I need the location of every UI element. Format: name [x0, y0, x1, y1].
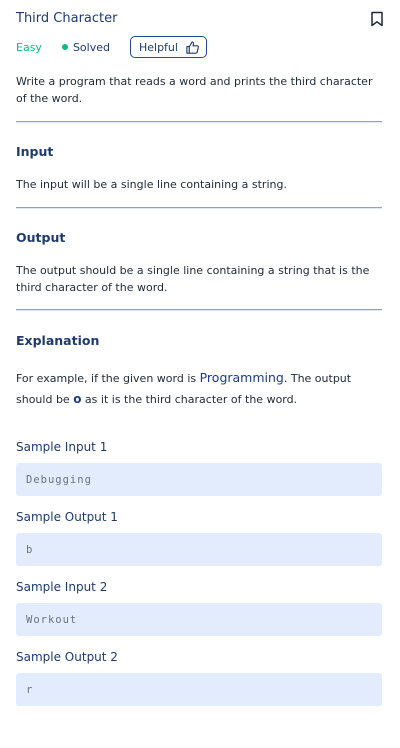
explanation-text-part: For example, if the given word is	[16, 372, 200, 385]
problem-title: Third Character	[16, 11, 118, 26]
explanation-text-part: as it is the third character of the word…	[81, 393, 298, 406]
divider	[16, 207, 382, 209]
helpful-button[interactable]: Helpful	[129, 36, 207, 58]
difficulty-badge: Easy	[16, 40, 42, 54]
sample-input-2-box: Workout	[16, 603, 382, 636]
thumbs-up-icon	[186, 40, 199, 54]
bookmark-icon[interactable]	[370, 11, 384, 27]
example-word: Programming	[199, 370, 284, 385]
sample-output-2-label: Sample Output 2	[16, 650, 118, 664]
status-dot-icon	[61, 44, 68, 50]
explanation-text: For example, if the given word is Progra…	[16, 367, 384, 410]
output-text: The output should be a single line conta…	[16, 264, 370, 294]
sample-output-1-box: b	[16, 533, 382, 566]
divider	[16, 309, 382, 311]
output-heading: Output	[16, 230, 66, 245]
sample-input-1-label: Sample Input 1	[16, 440, 108, 454]
input-heading: Input	[16, 144, 54, 159]
divider	[16, 121, 382, 123]
input-text: The input will be a single line containi…	[16, 178, 287, 191]
problem-header: Third Character	[16, 10, 384, 30]
status-badge: Solved	[61, 40, 110, 54]
sample-input-2-label: Sample Input 2	[16, 580, 108, 594]
sample-input-1-box: Debugging	[16, 463, 382, 496]
sample-output-1-label: Sample Output 1	[16, 510, 118, 524]
explanation-heading: Explanation	[16, 333, 100, 348]
status-label: Solved	[72, 40, 110, 54]
problem-description: Write a program that reads a word and pr…	[16, 75, 373, 105]
problem-meta: Easy Solved Helpful	[16, 36, 207, 58]
sample-output-2-box: r	[16, 673, 382, 706]
helpful-label: Helpful	[138, 40, 178, 54]
